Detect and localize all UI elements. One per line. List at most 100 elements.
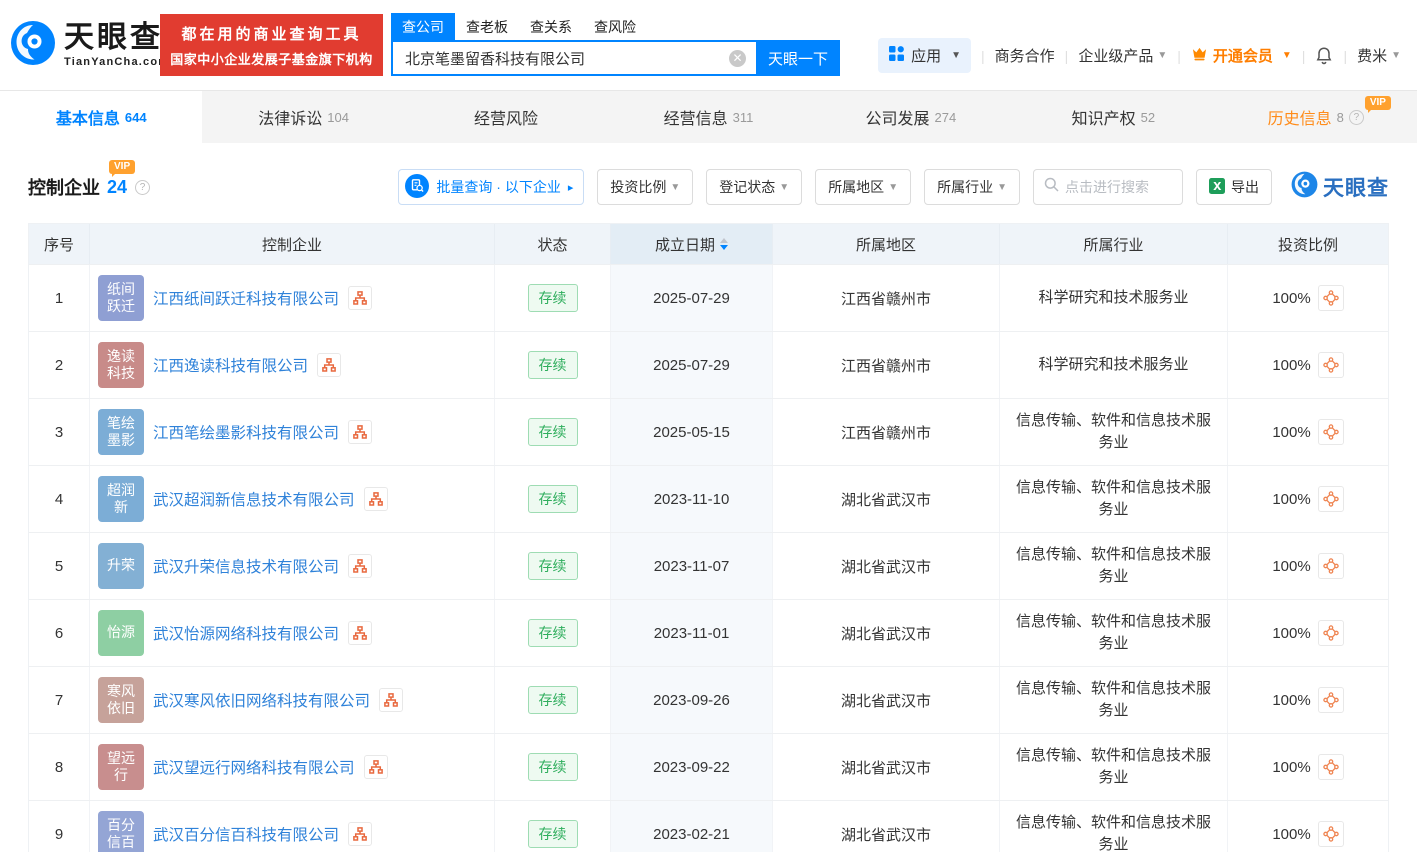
equity-penetration-icon[interactable] — [1317, 553, 1344, 579]
established-date: 2023-11-01 — [611, 600, 773, 666]
company-avatar: 纸间 跃迁 — [98, 275, 144, 321]
status-badge: 存续 — [527, 552, 578, 580]
status-badge: 存续 — [527, 753, 578, 781]
arrow-right-icon: ▸ — [567, 181, 574, 194]
company-link[interactable]: 武汉怡源网络科技有限公司 — [153, 622, 339, 644]
equity-penetration-icon[interactable] — [1317, 352, 1344, 378]
tab-company-development[interactable]: 公司发展 274 — [810, 91, 1012, 143]
header-company: 控制企业 — [90, 224, 495, 264]
caret-down-icon: ▼ — [1391, 50, 1401, 61]
equity-penetration-icon[interactable] — [1317, 419, 1344, 445]
industry: 信息传输、软件和信息技术服务业 — [1015, 545, 1211, 586]
org-chart-icon[interactable] — [363, 487, 388, 511]
tianyancha-logo[interactable]: 天眼查 TianYanCha.com — [10, 20, 169, 71]
region: 江西省赣州市 — [773, 399, 1000, 465]
org-chart-icon[interactable] — [348, 621, 373, 645]
search-tab-boss[interactable]: 查老板 — [455, 13, 519, 41]
filter-region[interactable]: 所属地区 ▼ — [815, 169, 912, 205]
vip-badge: VIP — [1364, 96, 1391, 113]
clear-input-icon[interactable]: ✕ — [729, 50, 746, 67]
table-row: 9 百分 信百 武汉百分信百科技有限公司 存续 2023-02-21 湖北省武汉市… — [29, 800, 1388, 852]
header-date-sortable[interactable]: 成立日期 — [611, 224, 773, 264]
established-date: 2025-05-15 — [611, 399, 773, 465]
page-tabbar: 基本信息 644 法律诉讼 104 经营风险 经营信息 311 公司发展 274… — [0, 90, 1417, 143]
region: 湖北省武汉市 — [773, 734, 1000, 800]
company-link[interactable]: 武汉升荣信息技术有限公司 — [153, 555, 339, 577]
org-chart-icon[interactable] — [379, 688, 404, 712]
export-button[interactable]: 导出 — [1196, 169, 1272, 205]
row-index: 9 — [29, 801, 90, 852]
table-search-input[interactable] — [1065, 179, 1172, 195]
established-date: 2023-11-10 — [611, 466, 773, 532]
equity-penetration-icon[interactable] — [1317, 821, 1344, 847]
established-date: 2023-09-22 — [611, 734, 773, 800]
region: 湖北省武汉市 — [773, 801, 1000, 852]
batch-query-icon — [405, 173, 430, 201]
nav-username[interactable]: 费米 ▼ — [1357, 45, 1401, 66]
org-chart-icon[interactable] — [348, 554, 373, 578]
equity-penetration-icon[interactable] — [1317, 754, 1344, 780]
investment-ratio: 100% — [1272, 356, 1311, 374]
org-chart-icon[interactable] — [363, 755, 388, 779]
company-link[interactable]: 武汉百分信百科技有限公司 — [153, 823, 339, 845]
company-search-input[interactable] — [391, 40, 756, 76]
status-badge: 存续 — [527, 820, 578, 848]
divider: | — [1177, 47, 1181, 64]
company-link[interactable]: 武汉超润新信息技术有限公司 — [153, 488, 355, 510]
batch-query-button[interactable]: 批量查询 · 以下企业 ▸ — [398, 169, 585, 205]
filter-registration-status[interactable]: 登记状态 ▼ — [706, 169, 803, 205]
investment-ratio: 100% — [1272, 490, 1311, 508]
company-link[interactable]: 武汉寒风依旧网络科技有限公司 — [153, 689, 370, 711]
header-status: 状态 — [495, 224, 611, 264]
nav-open-vip[interactable]: 开通会员 ▼ — [1191, 45, 1292, 66]
search-tabs: 查公司 查老板 查关系 查风险 — [391, 12, 840, 41]
search-tab-company[interactable]: 查公司 — [391, 12, 455, 41]
org-chart-icon[interactable] — [348, 286, 373, 310]
controlled-companies-table: 序号 控制企业 状态 成立日期 所属地区 所属行业 投资比例 1 纸间 跃迁 江西… — [28, 223, 1389, 852]
tab-history-info[interactable]: VIP 历史信息 8 ? — [1215, 91, 1417, 143]
site-header: 天眼查 TianYanCha.com 都在用的商业查询工具 国家中小企业发展子基… — [0, 0, 1417, 90]
section-title: 控制企业 — [28, 178, 100, 198]
company-link[interactable]: 江西纸间跃迁科技有限公司 — [153, 287, 339, 309]
region: 湖北省武汉市 — [773, 667, 1000, 733]
nav-business-cooperation[interactable]: 商务合作 — [995, 45, 1055, 66]
company-link[interactable]: 武汉望远行网络科技有限公司 — [153, 756, 355, 778]
equity-penetration-icon[interactable] — [1317, 285, 1344, 311]
equity-penetration-icon[interactable] — [1317, 687, 1344, 713]
region: 湖北省武汉市 — [773, 600, 1000, 666]
help-icon[interactable]: ? — [1348, 109, 1364, 125]
org-chart-icon[interactable] — [348, 822, 373, 846]
search-submit-button[interactable]: 天眼一下 — [756, 40, 840, 76]
sort-icons[interactable] — [720, 238, 728, 250]
row-index: 3 — [29, 399, 90, 465]
region: 江西省赣州市 — [773, 332, 1000, 398]
industry: 科学研究和技术服务业 — [1038, 288, 1189, 306]
search-tab-relation[interactable]: 查关系 — [519, 13, 583, 41]
tab-intellectual-property[interactable]: 知识产权 52 — [1012, 91, 1214, 143]
equity-penetration-icon[interactable] — [1317, 620, 1344, 646]
tab-business-info[interactable]: 经营信息 311 — [607, 91, 809, 143]
tab-legal-litigation[interactable]: 法律诉讼 104 — [202, 91, 404, 143]
search-tab-risk[interactable]: 查风险 — [583, 13, 647, 41]
nav-enterprise-product[interactable]: 企业级产品 ▼ — [1078, 45, 1167, 66]
filter-industry[interactable]: 所属行业 ▼ — [924, 169, 1020, 205]
company-link[interactable]: 江西笔绘墨影科技有限公司 — [153, 421, 339, 443]
industry: 信息传输、软件和信息技术服务业 — [1015, 679, 1211, 720]
org-chart-icon[interactable] — [317, 353, 342, 377]
investment-ratio: 100% — [1272, 624, 1311, 642]
divider: | — [1301, 47, 1306, 64]
filter-investment-ratio[interactable]: 投资比例 ▼ — [597, 169, 694, 205]
company-link[interactable]: 江西逸读科技有限公司 — [153, 354, 308, 376]
established-date: 2025-07-29 — [611, 265, 773, 331]
status-badge: 存续 — [527, 485, 578, 513]
help-icon[interactable]: ? — [135, 179, 151, 195]
nav-apps[interactable]: 应用 ▼ — [878, 38, 972, 73]
org-chart-icon[interactable] — [348, 420, 373, 444]
notification-bell-icon[interactable] — [1315, 46, 1333, 65]
equity-penetration-icon[interactable] — [1317, 486, 1344, 512]
logo-domain: TianYanCha.com — [64, 56, 170, 68]
tab-basic-info[interactable]: 基本信息 644 — [0, 91, 203, 143]
status-badge: 存续 — [527, 284, 578, 312]
tab-operation-risk[interactable]: 经营风险 — [405, 91, 607, 143]
table-row: 4 超润新 武汉超润新信息技术有限公司 存续 2023-11-10 湖北省武汉市… — [29, 465, 1388, 532]
